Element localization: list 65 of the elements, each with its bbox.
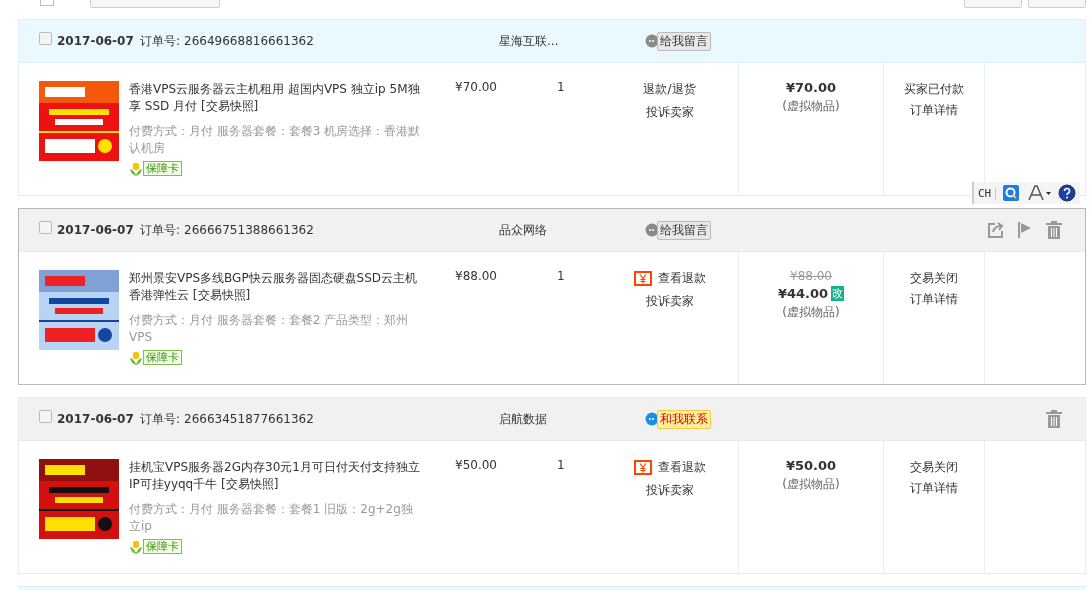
unit-price: ¥88.00 xyxy=(454,268,498,285)
chat-bubble-icon xyxy=(645,34,660,48)
shop-link[interactable]: 星海互联... xyxy=(499,32,646,50)
order-detail-link[interactable]: 订单详情 xyxy=(910,291,958,308)
item-type-note: (虚拟物品) xyxy=(782,98,840,115)
font-dropdown-icon[interactable] xyxy=(1026,184,1053,202)
yen-icon xyxy=(633,271,652,286)
trash-icon[interactable] xyxy=(1045,410,1063,428)
snapshot-link[interactable]: [交易快照] xyxy=(221,477,279,491)
product-options: 付费方式：月付 服务器套餐：套餐1 旧版：2g+2g独立ip xyxy=(129,501,421,535)
product-title-link[interactable]: 挂机宝VPS服务器2G内存30元1月可日付天付支持独立IP可挂yyqq千牛 [交易快照] xyxy=(129,459,421,493)
order-number: 26663451877661362 xyxy=(184,412,315,426)
unit-price: ¥50.00 xyxy=(454,457,498,474)
quantity: 1 xyxy=(556,79,566,96)
trash-icon[interactable] xyxy=(1045,221,1063,239)
action-link[interactable]: 投诉卖家 xyxy=(645,482,694,499)
order-number: 26666751388661362 xyxy=(184,223,315,237)
flower-icon xyxy=(129,350,143,365)
checkbox[interactable] xyxy=(39,32,52,45)
shop-link[interactable]: 启航数据 xyxy=(499,410,646,428)
original-price: ¥88.00 xyxy=(790,269,832,283)
checkbox[interactable] xyxy=(39,410,52,423)
order-status: 买家已付款 xyxy=(904,81,964,98)
chat-bubble-icon xyxy=(645,412,660,426)
total-price: ¥44.00 xyxy=(777,286,829,301)
product-options: 付费方式：月付 服务器套餐：套餐2 产品类型：郑州VPS xyxy=(129,312,421,346)
order-detail-link[interactable]: 订单详情 xyxy=(910,480,958,497)
snapshot-link[interactable]: [交易快照] xyxy=(192,288,251,302)
product-title-link[interactable]: 香港VPS云服务器云主机租用 超国内VPS 独立ip 5M独享 SSD 月付 [交易快照] xyxy=(129,81,421,115)
snapshot-link[interactable]: [交易快照] xyxy=(200,99,259,113)
search-icon[interactable] xyxy=(1002,184,1021,202)
total-price: ¥50.00 xyxy=(785,458,837,473)
share-icon[interactable] xyxy=(987,221,1005,239)
item-type-note: (虚拟物品) xyxy=(782,304,840,321)
total-price: ¥70.00 xyxy=(785,80,837,95)
quantity: 1 xyxy=(556,268,566,285)
item-type-note: (虚拟物品) xyxy=(782,476,840,493)
product-options: 付费方式：月付 服务器套餐：套餐3 机房选择：香港默认机房 xyxy=(129,123,421,157)
order-number-label: 订单号: xyxy=(140,410,181,428)
chat-bubble-icon xyxy=(645,223,660,237)
action-link[interactable]: 查看退款 xyxy=(633,459,706,476)
order-date: 2017-06-07 xyxy=(57,34,134,48)
order-number-label: 订单号: xyxy=(140,221,181,239)
modified-badge: 改 xyxy=(831,286,845,301)
order-number: 26649668816661362 xyxy=(184,34,315,48)
product-title-link[interactable]: 郑州景安VPS多线BGP快云服务器固态硬盘SSD云主机香港弹性云 [交易快照] xyxy=(129,270,421,304)
yen-icon xyxy=(633,460,652,475)
order-detail-link[interactable]: 订单详情 xyxy=(910,102,958,119)
action-link[interactable]: 投诉卖家 xyxy=(645,104,694,121)
order-status: 交易关闭 xyxy=(910,270,958,287)
action-link[interactable]: 退款/退货 xyxy=(643,81,696,98)
action-link[interactable]: 查看退款 xyxy=(633,270,706,287)
order-date: 2017-06-07 xyxy=(57,412,134,426)
order-date: 2017-06-07 xyxy=(57,223,134,237)
quantity: 1 xyxy=(556,457,566,474)
shop-link[interactable]: 品众网络 xyxy=(499,221,646,239)
order-status: 交易关闭 xyxy=(910,459,958,476)
flower-icon xyxy=(129,161,143,176)
help-icon[interactable] xyxy=(1058,184,1077,202)
unit-price: ¥70.00 xyxy=(454,79,498,96)
order-number-label: 订单号: xyxy=(140,32,181,50)
language-indicator[interactable]: CH xyxy=(978,186,997,200)
checkbox[interactable] xyxy=(39,221,52,234)
flower-icon xyxy=(129,539,143,554)
action-link[interactable]: 投诉卖家 xyxy=(645,293,694,310)
